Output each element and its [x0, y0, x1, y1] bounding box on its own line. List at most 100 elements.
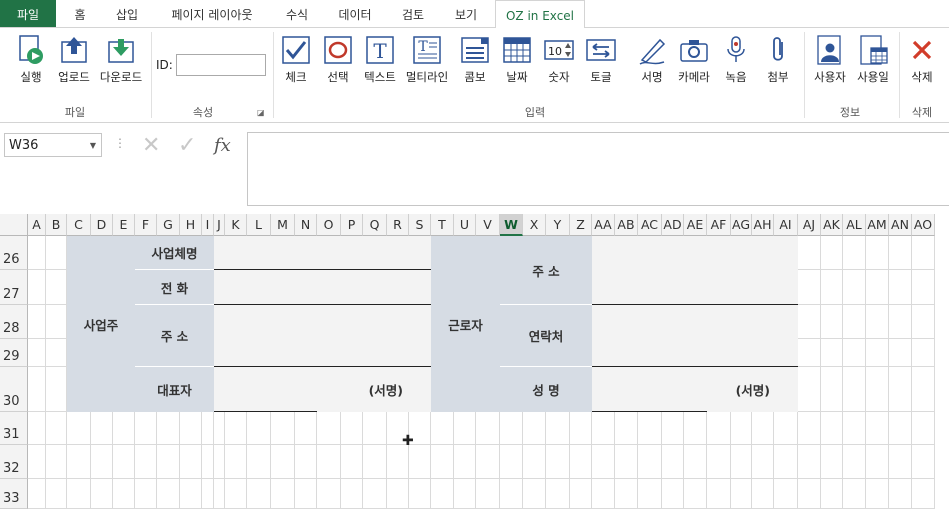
- cell[interactable]: [866, 412, 889, 445]
- cell[interactable]: [866, 236, 889, 270]
- cell[interactable]: [317, 479, 341, 509]
- cell[interactable]: [46, 479, 67, 509]
- tab-formulas[interactable]: 수식: [274, 0, 320, 27]
- column-header-V[interactable]: V: [476, 214, 500, 236]
- cell[interactable]: [67, 412, 91, 445]
- column-header-X[interactable]: X: [523, 214, 546, 236]
- cell[interactable]: [821, 339, 843, 367]
- cell[interactable]: [363, 445, 387, 479]
- attach-button[interactable]: 첨부: [762, 34, 794, 85]
- cell[interactable]: [889, 445, 912, 479]
- cell[interactable]: [638, 412, 662, 445]
- camera-button[interactable]: 카메라: [674, 34, 714, 85]
- cell[interactable]: [866, 367, 889, 412]
- cell[interactable]: [363, 479, 387, 509]
- column-header-W[interactable]: W: [500, 214, 523, 236]
- cell[interactable]: [431, 412, 454, 445]
- column-header-AJ[interactable]: AJ: [798, 214, 821, 236]
- name-box[interactable]: W36 ▼: [4, 133, 102, 157]
- date-button[interactable]: 날짜: [500, 34, 534, 85]
- column-header-AL[interactable]: AL: [843, 214, 866, 236]
- cell[interactable]: [821, 305, 843, 339]
- cell[interactable]: [912, 367, 935, 412]
- use-date-button[interactable]: 사용일: [852, 34, 894, 85]
- toggle-button[interactable]: 토글: [584, 34, 618, 85]
- column-header-A[interactable]: A: [28, 214, 46, 236]
- cell[interactable]: [271, 412, 295, 445]
- cell[interactable]: [615, 479, 638, 509]
- cell[interactable]: [638, 479, 662, 509]
- cell[interactable]: [843, 305, 866, 339]
- cell[interactable]: [341, 412, 363, 445]
- cell[interactable]: [866, 479, 889, 509]
- row-header-30[interactable]: 30: [0, 367, 28, 412]
- insert-function-icon[interactable]: fx: [214, 133, 231, 159]
- tab-data[interactable]: 데이터: [326, 0, 384, 27]
- tab-file[interactable]: 파일: [0, 0, 56, 27]
- cell[interactable]: [67, 445, 91, 479]
- text-button[interactable]: T 텍스트: [360, 34, 400, 85]
- column-header-G[interactable]: G: [157, 214, 180, 236]
- column-header-AK[interactable]: AK: [821, 214, 843, 236]
- cell[interactable]: [180, 445, 202, 479]
- cell[interactable]: [46, 367, 67, 412]
- cell[interactable]: [67, 479, 91, 509]
- id-input[interactable]: [176, 54, 266, 76]
- cell[interactable]: [135, 412, 157, 445]
- cell[interactable]: [866, 445, 889, 479]
- column-header-F[interactable]: F: [135, 214, 157, 236]
- check-button[interactable]: 체크: [278, 34, 314, 85]
- cell[interactable]: [798, 339, 821, 367]
- cell[interactable]: [225, 479, 247, 509]
- column-header-S[interactable]: S: [409, 214, 431, 236]
- cell[interactable]: [798, 445, 821, 479]
- tab-review[interactable]: 검토: [390, 0, 436, 27]
- cell[interactable]: [431, 445, 454, 479]
- cell[interactable]: [592, 412, 615, 445]
- cell[interactable]: [202, 412, 214, 445]
- column-header-E[interactable]: E: [113, 214, 135, 236]
- cell[interactable]: [889, 236, 912, 270]
- column-header-H[interactable]: H: [180, 214, 202, 236]
- column-header-D[interactable]: D: [91, 214, 113, 236]
- cell[interactable]: [866, 270, 889, 305]
- cell[interactable]: [341, 479, 363, 509]
- cell[interactable]: [731, 412, 752, 445]
- cell[interactable]: [684, 412, 707, 445]
- column-header-AD[interactable]: AD: [662, 214, 684, 236]
- cell[interactable]: [592, 445, 615, 479]
- cell[interactable]: [843, 479, 866, 509]
- cell[interactable]: [28, 445, 46, 479]
- column-header-AG[interactable]: AG: [731, 214, 752, 236]
- cell[interactable]: [157, 412, 180, 445]
- cell[interactable]: [247, 412, 271, 445]
- cell[interactable]: [363, 412, 387, 445]
- cancel-icon[interactable]: ✕: [142, 133, 160, 159]
- cell[interactable]: [684, 479, 707, 509]
- cell[interactable]: [113, 412, 135, 445]
- cell[interactable]: [91, 479, 113, 509]
- run-button[interactable]: 실행: [14, 34, 48, 85]
- cell[interactable]: [113, 479, 135, 509]
- cell[interactable]: [821, 236, 843, 270]
- column-header-Z[interactable]: Z: [570, 214, 592, 236]
- cell[interactable]: [798, 367, 821, 412]
- tab-view[interactable]: 보기: [442, 0, 490, 27]
- cell[interactable]: [476, 479, 500, 509]
- cell[interactable]: [28, 236, 46, 270]
- cell[interactable]: [295, 479, 317, 509]
- cell[interactable]: [135, 445, 157, 479]
- cell[interactable]: [157, 445, 180, 479]
- cell[interactable]: [821, 367, 843, 412]
- cell[interactable]: [91, 445, 113, 479]
- cell[interactable]: [912, 412, 935, 445]
- cell[interactable]: [570, 412, 592, 445]
- tab-page-layout[interactable]: 페이지 레이아웃: [156, 0, 268, 27]
- download-button[interactable]: 다운로드: [96, 34, 146, 85]
- cell[interactable]: [476, 445, 500, 479]
- cell[interactable]: [889, 479, 912, 509]
- row-header-33[interactable]: 33: [0, 479, 28, 509]
- cell[interactable]: [409, 445, 431, 479]
- cell[interactable]: [889, 305, 912, 339]
- cell[interactable]: [866, 339, 889, 367]
